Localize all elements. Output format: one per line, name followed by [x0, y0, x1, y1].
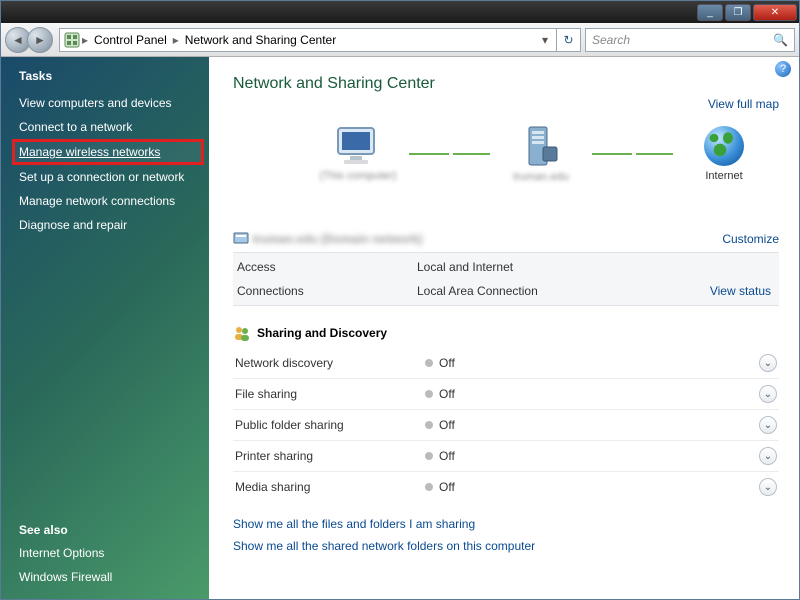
- sharing-heading: Sharing and Discovery: [233, 324, 779, 342]
- sharing-key: Network discovery: [235, 356, 425, 370]
- bottom-links: Show me all the files and folders I am s…: [233, 514, 779, 557]
- sharing-value: Off: [439, 480, 759, 494]
- task-view-computers[interactable]: View computers and devices: [1, 91, 209, 115]
- window: _ ❐ ✕ ◄ ► ▸ Control Panel ▸ Network and …: [0, 0, 800, 600]
- task-diagnose-repair[interactable]: Diagnose and repair: [1, 213, 209, 237]
- expand-button[interactable]: ⌄: [759, 354, 777, 372]
- network-name: truman.edu (Domain network): [252, 232, 422, 246]
- connection-line-icon: [409, 153, 490, 155]
- sharing-value: Off: [439, 449, 759, 463]
- content: ? Network and Sharing Center View full m…: [209, 57, 799, 599]
- close-button[interactable]: ✕: [753, 4, 797, 21]
- access-label: Access: [237, 260, 417, 274]
- sidebar: Tasks View computers and devices Connect…: [1, 57, 209, 599]
- network-section: truman.edu (Domain network) Customize Ac…: [233, 225, 779, 306]
- address-dropdown-icon[interactable]: ▾: [538, 33, 552, 47]
- task-manage-wireless[interactable]: Manage wireless networks: [13, 140, 203, 164]
- map-network-label: truman.edu: [513, 171, 569, 183]
- address-bar[interactable]: ▸ Control Panel ▸ Network and Sharing Ce…: [59, 28, 557, 52]
- connections-label: Connections: [237, 284, 417, 298]
- status-dot-icon: [425, 452, 433, 460]
- help-icon[interactable]: ?: [775, 61, 791, 77]
- task-setup-connection[interactable]: Set up a connection or network: [1, 165, 209, 189]
- connection-line-icon: [592, 153, 673, 155]
- sharing-row-printer: Printer sharing Off ⌄: [233, 441, 779, 472]
- search-placeholder: Search: [592, 33, 630, 47]
- status-dot-icon: [425, 390, 433, 398]
- show-folders-link[interactable]: Show me all the shared network folders o…: [233, 539, 535, 553]
- sharing-value: Off: [439, 356, 759, 370]
- location-icon: [64, 32, 80, 48]
- connections-value: Local Area Connection: [417, 284, 710, 298]
- seealso-internet-options[interactable]: Internet Options: [1, 541, 209, 565]
- sharing-row-file-sharing: File sharing Off ⌄: [233, 379, 779, 410]
- seealso-windows-firewall[interactable]: Windows Firewall: [1, 565, 209, 589]
- map-node-computer[interactable]: (This computer): [313, 126, 403, 182]
- globe-icon: [704, 126, 744, 166]
- task-manage-connections[interactable]: Manage network connections: [1, 189, 209, 213]
- minimize-button[interactable]: _: [697, 4, 723, 21]
- maximize-button[interactable]: ❐: [725, 4, 751, 21]
- server-icon: [523, 125, 559, 167]
- forward-button[interactable]: ►: [27, 27, 53, 53]
- expand-button[interactable]: ⌄: [759, 447, 777, 465]
- people-icon: [233, 324, 251, 342]
- status-dot-icon: [425, 483, 433, 491]
- map-computer-label: (This computer): [319, 170, 396, 182]
- tasks-heading: Tasks: [19, 69, 209, 83]
- customize-link[interactable]: Customize: [722, 232, 779, 246]
- body: Tasks View computers and devices Connect…: [1, 57, 799, 599]
- network-info: Access Local and Internet Connections Lo…: [233, 252, 779, 306]
- expand-button[interactable]: ⌄: [759, 478, 777, 496]
- search-input[interactable]: Search 🔍: [585, 28, 795, 52]
- sharing-value: Off: [439, 387, 759, 401]
- map-internet-label: Internet: [705, 170, 742, 182]
- sharing-row-media: Media sharing Off ⌄: [233, 472, 779, 502]
- task-connect-network[interactable]: Connect to a network: [1, 115, 209, 139]
- breadcrumb-sep-icon: ▸: [82, 33, 88, 47]
- view-full-map-link[interactable]: View full map: [708, 97, 779, 111]
- access-value: Local and Internet: [417, 260, 771, 274]
- sharing-heading-label: Sharing and Discovery: [257, 326, 387, 340]
- sharing-key: Printer sharing: [235, 449, 425, 463]
- sharing-key: Public folder sharing: [235, 418, 425, 432]
- monitor-icon: [334, 126, 382, 166]
- titlebar: _ ❐ ✕: [1, 1, 799, 23]
- sharing-value: Off: [439, 418, 759, 432]
- breadcrumb-current[interactable]: Network and Sharing Center: [181, 31, 340, 49]
- show-files-link[interactable]: Show me all the files and folders I am s…: [233, 517, 475, 531]
- seealso-heading: See also: [1, 523, 209, 541]
- sharing-row-network-discovery: Network discovery Off ⌄: [233, 348, 779, 379]
- network-map: View full map (This computer) truman.edu: [233, 103, 779, 213]
- breadcrumb-sep-icon: ▸: [173, 33, 179, 47]
- status-dot-icon: [425, 359, 433, 367]
- search-icon[interactable]: 🔍: [773, 33, 788, 47]
- refresh-button[interactable]: ↻: [557, 28, 581, 52]
- navbar: ◄ ► ▸ Control Panel ▸ Network and Sharin…: [1, 23, 799, 57]
- breadcrumb-root[interactable]: Control Panel: [90, 31, 171, 49]
- expand-button[interactable]: ⌄: [759, 385, 777, 403]
- sharing-row-public-folder: Public folder sharing Off ⌄: [233, 410, 779, 441]
- page-title: Network and Sharing Center: [233, 75, 779, 93]
- sharing-key: File sharing: [235, 387, 425, 401]
- sharing-list: Network discovery Off ⌄ File sharing Off…: [233, 348, 779, 502]
- view-status-link[interactable]: View status: [710, 284, 771, 298]
- map-node-network[interactable]: truman.edu: [496, 125, 586, 183]
- network-icon: [233, 229, 249, 248]
- sharing-key: Media sharing: [235, 480, 425, 494]
- map-node-internet[interactable]: Internet: [679, 126, 769, 182]
- status-dot-icon: [425, 421, 433, 429]
- expand-button[interactable]: ⌄: [759, 416, 777, 434]
